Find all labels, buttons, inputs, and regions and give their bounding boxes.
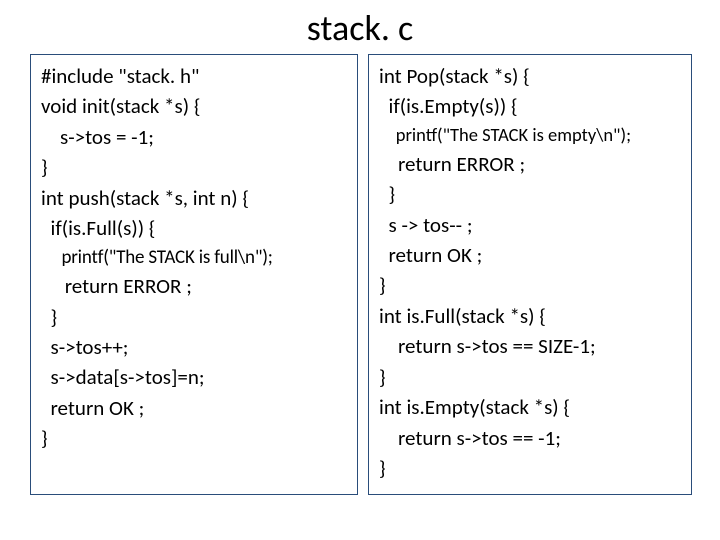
code-line: if(is.Full(s)) { xyxy=(41,213,347,243)
code-line: } xyxy=(379,179,681,209)
code-line: s->data[s->tos]=n; xyxy=(41,362,347,392)
code-line: } xyxy=(379,362,681,392)
code-columns: #include "stack. h" void init(stack *s) … xyxy=(0,54,720,495)
code-line: if(is.Empty(s)) { xyxy=(379,91,681,121)
code-line: return OK ; xyxy=(379,240,681,270)
code-line: return s->tos == -1; xyxy=(379,423,681,453)
code-line: int Pop(stack *s) { xyxy=(379,61,681,91)
code-line: return OK ; xyxy=(41,393,347,423)
left-code-box: #include "stack. h" void init(stack *s) … xyxy=(30,54,358,495)
code-line: return ERROR ; xyxy=(379,149,681,179)
code-line: s -> tos-- ; xyxy=(379,210,681,240)
code-line: s->tos++; xyxy=(41,332,347,362)
code-line: } xyxy=(379,270,681,300)
code-line: } xyxy=(41,152,347,182)
code-line: printf("The STACK is full\n"); xyxy=(41,244,347,272)
code-line: return ERROR ; xyxy=(41,271,347,301)
code-line: int push(stack *s, int n) { xyxy=(41,183,347,213)
code-line: return s->tos == SIZE-1; xyxy=(379,331,681,361)
code-line: } xyxy=(41,423,347,453)
code-line: int is.Full(stack *s) { xyxy=(379,301,681,331)
code-line: } xyxy=(41,302,347,332)
code-line: printf("The STACK is empty\n"); xyxy=(379,122,681,149)
code-line: s->tos = -1; xyxy=(41,122,347,152)
code-line: int is.Empty(stack *s) { xyxy=(379,392,681,422)
code-line: } xyxy=(379,453,681,483)
code-line: void init(stack *s) { xyxy=(41,91,347,121)
code-line: #include "stack. h" xyxy=(41,61,347,91)
page-title: stack. c xyxy=(0,0,720,54)
right-code-box: int Pop(stack *s) { if(is.Empty(s)) { pr… xyxy=(368,54,692,495)
